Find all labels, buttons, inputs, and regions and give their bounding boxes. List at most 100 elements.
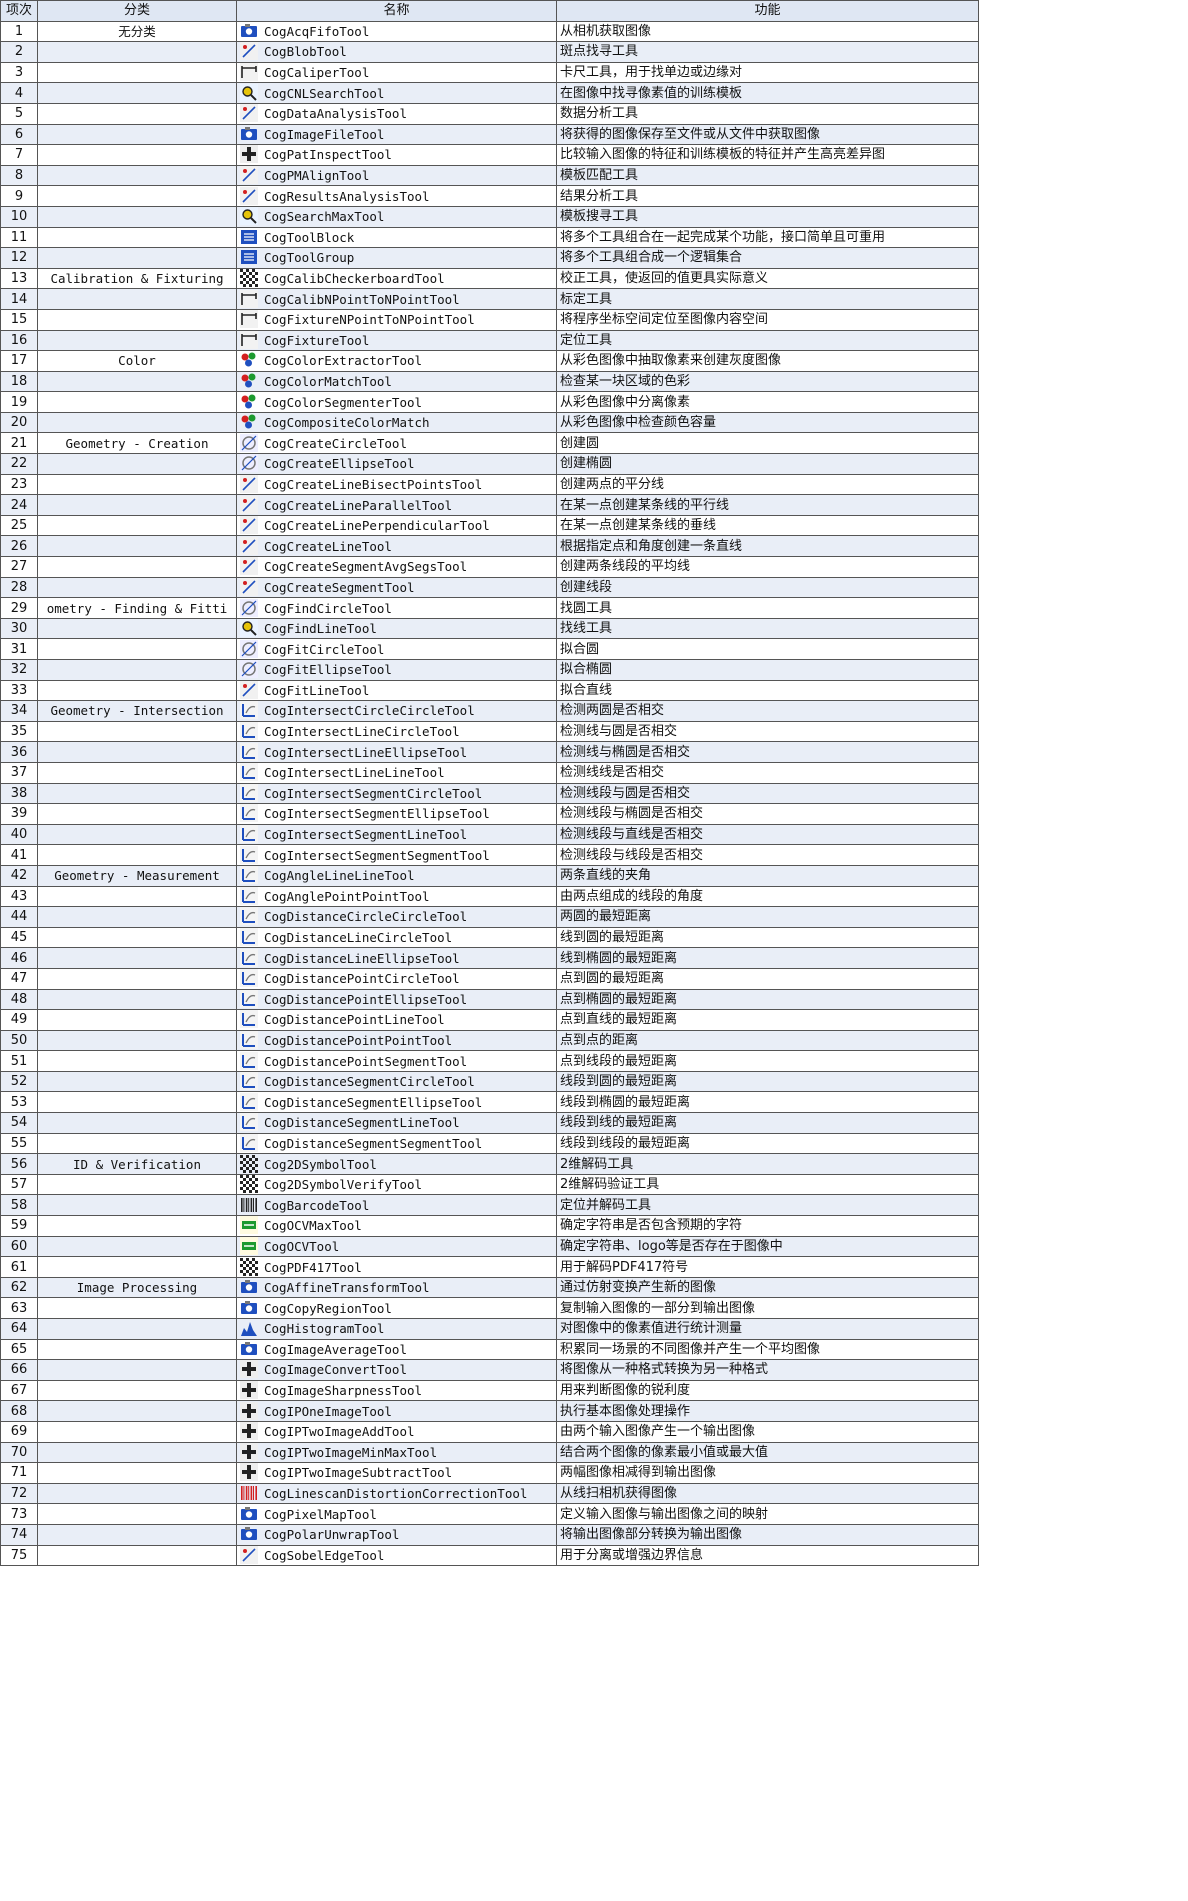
row-category [37, 823, 237, 846]
row-tool-name-cell: CogPMAlignTool [236, 164, 557, 187]
row-function: 确定字符串、logo等是否存在于图像中 [556, 1235, 979, 1258]
row-tool-name-cell: CogPDF417Tool [236, 1256, 557, 1278]
row-index: 12 [0, 247, 38, 269]
row-index: 72 [0, 1482, 38, 1505]
table-row: 39 CogIntersectSegmentEllipseTool 检测线段与椭圆是… [0, 803, 979, 825]
row-category [37, 1050, 237, 1072]
table-row: 22 CogCreateEllipseTool 创建椭圆 [0, 453, 979, 475]
row-index: 10 [0, 205, 38, 228]
row-index: 42 [0, 864, 38, 887]
row-function: 线到椭圆的最短距离 [556, 947, 979, 969]
row-index: 15 [0, 308, 38, 331]
row-category: 无分类 [37, 20, 237, 43]
ocv-icon [240, 1237, 258, 1255]
intersect-icon [240, 763, 258, 782]
row-tool-name: CogDistanceSegmentCircleTool [264, 1074, 475, 1090]
symbol-2d-icon [240, 1154, 258, 1173]
row-index: 14 [0, 288, 38, 310]
row-function: 点到线段的最短距离 [556, 1050, 979, 1072]
table-row: 33 CogFitLineTool 拟合直线 [0, 679, 979, 702]
row-tool-name: CogIPTwoImageMinMaxTool [264, 1444, 438, 1460]
row-tool-name-cell: CogDistanceSegmentEllipseTool [236, 1091, 557, 1114]
row-tool-name: CogIntersectSegmentSegmentTool [264, 847, 490, 863]
table-row: 67 CogImageSharpnessTool 用来判断图像的锐利度 [0, 1379, 979, 1402]
row-tool-name-cell: CogFindLineTool [236, 617, 557, 640]
ip-two-icon [240, 1463, 258, 1482]
row-tool-name: CogIntersectLineLineTool [264, 765, 445, 781]
row-tool-name-cell: CogIntersectSegmentEllipseTool [236, 803, 557, 825]
color-extractor-icon [240, 352, 258, 370]
row-index: 34 [0, 700, 38, 722]
row-category [37, 576, 237, 599]
distance-icon [240, 1134, 258, 1152]
row-tool-name-cell: CogIntersectLineCircleTool [236, 720, 557, 743]
row-tool-name: CogFindLineTool [264, 621, 377, 637]
row-tool-name: CogCaliperTool [264, 65, 370, 81]
row-index: 55 [0, 1132, 38, 1155]
table-row: 6 CogImageFileTool 将获得的图像保存至文件或从文件中获取图像 [0, 123, 979, 146]
row-function: 点到椭圆的最短距离 [556, 988, 979, 1011]
row-tool-name: CogImageAverageTool [264, 1341, 407, 1357]
row-function: 从线扫相机获得图像 [556, 1482, 979, 1505]
table-row: 4 CogCNLSearchTool 在图像中找寻像素值的训练模板 [0, 82, 979, 104]
row-function: 用于分离或增强边界信息 [556, 1544, 979, 1567]
row-tool-name: CogAffineTransformTool [264, 1280, 430, 1296]
row-tool-name-cell: CogFitLineTool [236, 679, 557, 702]
table-row: 37 CogIntersectLineLineTool 检测线线是否相交 [0, 761, 979, 784]
row-tool-name-cell: CogImageAverageTool [236, 1338, 557, 1361]
table-row: 48 CogDistancePointEllipseTool 点到椭圆的最短距离 [0, 988, 979, 1011]
row-index: 70 [0, 1441, 38, 1464]
fit-line-icon [240, 681, 258, 699]
table-row: 27 CogCreateSegmentAvgSegsTool 创建两条线段的平均线 [0, 556, 979, 578]
row-index: 44 [0, 906, 38, 928]
row-category [37, 329, 237, 352]
pixel-map-icon [240, 1505, 258, 1523]
table-row: 73 CogPixelMapTool 定义输入图像与输出图像之间的映射 [0, 1503, 979, 1525]
distance-icon [240, 989, 258, 1008]
distance-icon [240, 948, 258, 967]
find-line-icon [240, 619, 258, 638]
row-tool-name-cell: CogCreateSegmentTool [236, 576, 557, 599]
row-function: 检测线段与椭圆是否相交 [556, 803, 979, 825]
fixture-npoint-icon [240, 310, 258, 329]
angle-point-icon [240, 887, 258, 905]
row-category [37, 123, 237, 146]
row-function: 线段到线的最短距离 [556, 1112, 979, 1134]
row-index: 6 [0, 123, 38, 146]
row-category [37, 1029, 237, 1052]
row-tool-name: CogIPOneImageTool [264, 1403, 392, 1419]
row-tool-name: CogAnglePointPointTool [264, 888, 430, 904]
header-name: 名称 [236, 0, 557, 22]
row-function: 点到直线的最短距离 [556, 1009, 979, 1031]
table-row: 30 CogFindLineTool 找线工具 [0, 617, 979, 640]
row-category [37, 61, 237, 84]
row-function: 结合两个图像的像素最小值或最大值 [556, 1441, 979, 1464]
table-row: 45 CogDistanceLineCircleTool 线到圆的最短距离 [0, 926, 979, 949]
row-tool-name: CogSobelEdgeTool [264, 1547, 385, 1563]
row-tool-name: CogDistancePointLineTool [264, 1012, 445, 1028]
row-category [37, 844, 237, 866]
row-tool-name: CogOCVTool [264, 1238, 340, 1254]
row-function: 确定字符串是否包含预期的字符 [556, 1215, 979, 1237]
row-function: 拟合圆 [556, 638, 979, 660]
row-function: 将输出图像部分转换为输出图像 [556, 1523, 979, 1546]
row-function: 通过仿射变换产生新的图像 [556, 1276, 979, 1299]
row-tool-name: CogBarcodeTool [264, 1197, 370, 1213]
row-tool-name: CogHistogramTool [264, 1321, 385, 1337]
row-tool-name: Cog2DSymbolTool [264, 1156, 377, 1172]
row-tool-name: CogDistanceSegmentLineTool [264, 1115, 460, 1131]
row-function: 由两点组成的线段的角度 [556, 885, 979, 908]
row-index: 35 [0, 720, 38, 743]
row-tool-name-cell: CogCreateLineTool [236, 535, 557, 558]
composite-color-icon [240, 413, 258, 431]
row-function: 2维解码验证工具 [556, 1173, 979, 1196]
row-function: 2维解码工具 [556, 1153, 979, 1175]
row-tool-name-cell: CogCreateSegmentAvgSegsTool [236, 556, 557, 578]
row-tool-name-cell: CogDistanceCircleCircleTool [236, 906, 557, 928]
row-category [37, 1173, 237, 1196]
pdf417-icon [240, 1257, 258, 1276]
row-index: 13 [0, 267, 38, 290]
row-tool-name-cell: CogIPTwoImageMinMaxTool [236, 1441, 557, 1464]
symbol-verify-icon [240, 1175, 258, 1194]
row-category [37, 659, 237, 681]
